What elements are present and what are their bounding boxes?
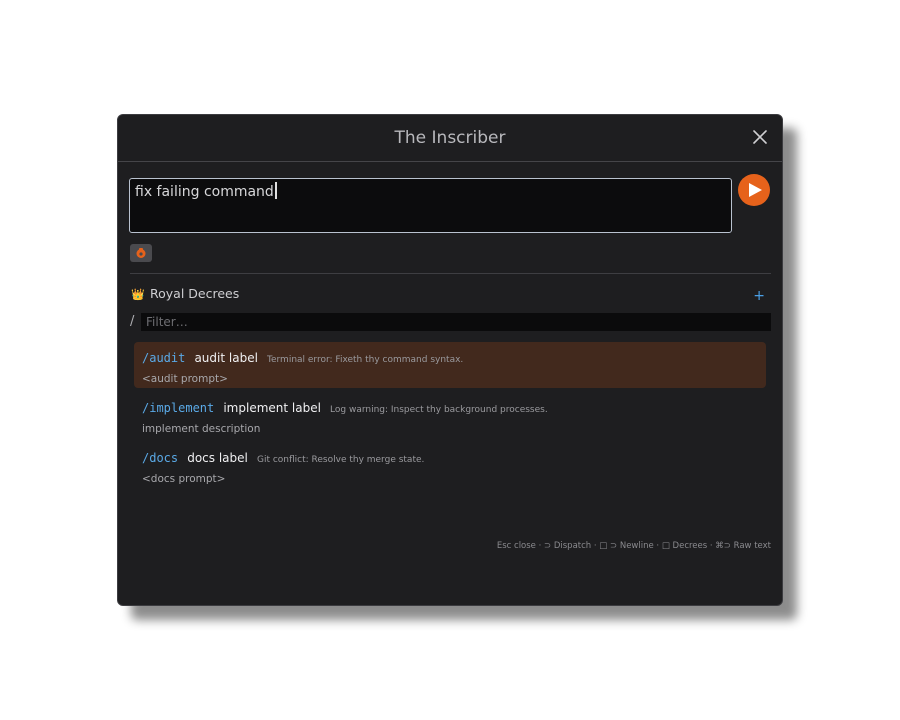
command-description: <docs prompt> — [142, 473, 226, 485]
section-title: Royal Decrees — [150, 286, 240, 301]
prompt-input[interactable]: fix failing command — [129, 178, 732, 233]
close-icon[interactable] — [752, 129, 768, 145]
text-caret — [274, 182, 277, 199]
dialog-title: The Inscriber — [394, 128, 506, 148]
send-icon — [749, 183, 762, 197]
command-description: implement description — [142, 423, 261, 435]
command-description: <audit prompt> — [142, 373, 228, 385]
command-label: audit label — [194, 351, 258, 365]
command-hint: Log warning: Inspect thy background proc… — [330, 405, 548, 415]
add-decree-button[interactable]: + — [753, 288, 765, 304]
puzzle-icon[interactable] — [130, 244, 152, 262]
command-item-implement[interactable]: /implement implement label Log warning: … — [134, 392, 766, 438]
command-hint: Terminal error: Fixeth thy command synta… — [267, 355, 464, 365]
command-item-audit[interactable]: /audit audit label Terminal error: Fixet… — [134, 342, 766, 388]
command-label: implement label — [223, 401, 321, 415]
command-label: docs label — [187, 451, 248, 465]
keyboard-shortcuts-hint: Esc close · ⊃ Dispatch · □ ⊃ Newline · □… — [496, 541, 771, 551]
command-name: /docs — [142, 451, 179, 465]
inscriber-dialog: The Inscriber fix failing command 👑 Roya… — [117, 114, 783, 606]
command-item-docs[interactable]: /docs docs label Git conflict: Resolve t… — [134, 442, 766, 488]
command-name: /implement — [142, 401, 215, 415]
crown-icon: 👑 — [131, 288, 145, 301]
send-button[interactable] — [738, 174, 770, 206]
dialog-header: The Inscriber — [118, 115, 782, 162]
filter-prefix: / — [130, 314, 135, 329]
section-divider — [130, 273, 771, 274]
command-name: /audit — [142, 351, 186, 365]
filter-input[interactable] — [141, 313, 771, 331]
prompt-text: fix failing command — [135, 184, 274, 200]
command-hint: Git conflict: Resolve thy merge state. — [256, 455, 425, 465]
